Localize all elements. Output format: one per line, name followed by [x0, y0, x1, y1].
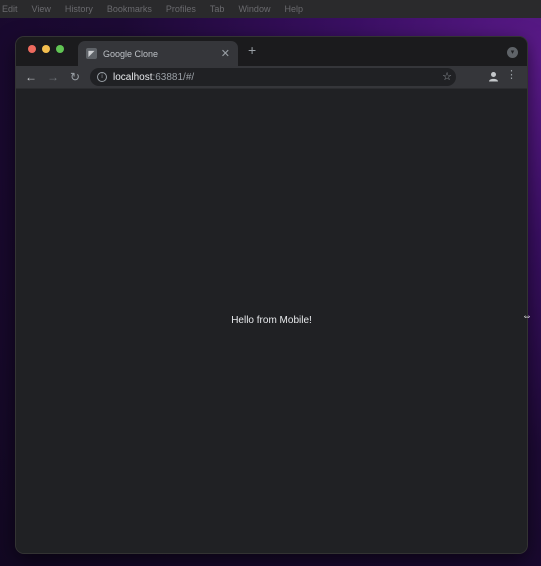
tab-strip: ◤ Google Clone ✕ + ▾: [16, 37, 527, 66]
menu-bookmarks[interactable]: Bookmarks: [107, 4, 152, 14]
minimize-window-button[interactable]: [42, 45, 50, 53]
bookmark-star-icon[interactable]: ☆: [442, 70, 452, 83]
more-menu-icon[interactable]: ⋮: [506, 70, 517, 81]
zoom-window-button[interactable]: [56, 45, 64, 53]
address-bar[interactable]: i localhost :63881/#/ ☆: [90, 68, 456, 86]
url-path: :63881/#/: [152, 71, 195, 83]
menu-tab[interactable]: Tab: [210, 4, 225, 14]
menu-window[interactable]: Window: [238, 4, 270, 14]
window-controls: [28, 45, 70, 53]
menu-help[interactable]: Help: [284, 4, 303, 14]
profile-icon[interactable]: [488, 71, 499, 82]
app-icon: ◤: [86, 48, 97, 59]
url-host: localhost: [113, 71, 153, 83]
tab-google-clone[interactable]: ◤ Google Clone ✕: [78, 41, 238, 66]
mac-menubar: Edit View History Bookmarks Profiles Tab…: [0, 0, 541, 18]
tab-title: Google Clone: [103, 48, 159, 59]
menu-view[interactable]: View: [32, 4, 51, 14]
resize-cursor-icon: ⇔: [522, 311, 532, 322]
close-window-button[interactable]: [28, 45, 36, 53]
browser-window: ◤ Google Clone ✕ + ▾ ← → ↻ i localhost :…: [16, 37, 527, 553]
forward-arrow-icon[interactable]: →: [42, 70, 64, 84]
menu-profiles[interactable]: Profiles: [166, 4, 196, 14]
site-info-icon[interactable]: i: [97, 72, 107, 82]
hello-text: Hello from Mobile!: [231, 315, 312, 326]
tab-search-icon[interactable]: ▾: [507, 47, 518, 58]
page-content: Hello from Mobile!: [16, 89, 527, 553]
close-tab-icon[interactable]: ✕: [221, 47, 230, 60]
menu-edit[interactable]: Edit: [2, 4, 18, 14]
back-arrow-icon[interactable]: ←: [20, 70, 42, 84]
new-tab-button[interactable]: +: [248, 42, 256, 58]
browser-toolbar: ← → ↻ i localhost :63881/#/ ☆ ⋮: [16, 66, 527, 89]
reload-icon[interactable]: ↻: [64, 70, 86, 84]
menu-history[interactable]: History: [65, 4, 93, 14]
